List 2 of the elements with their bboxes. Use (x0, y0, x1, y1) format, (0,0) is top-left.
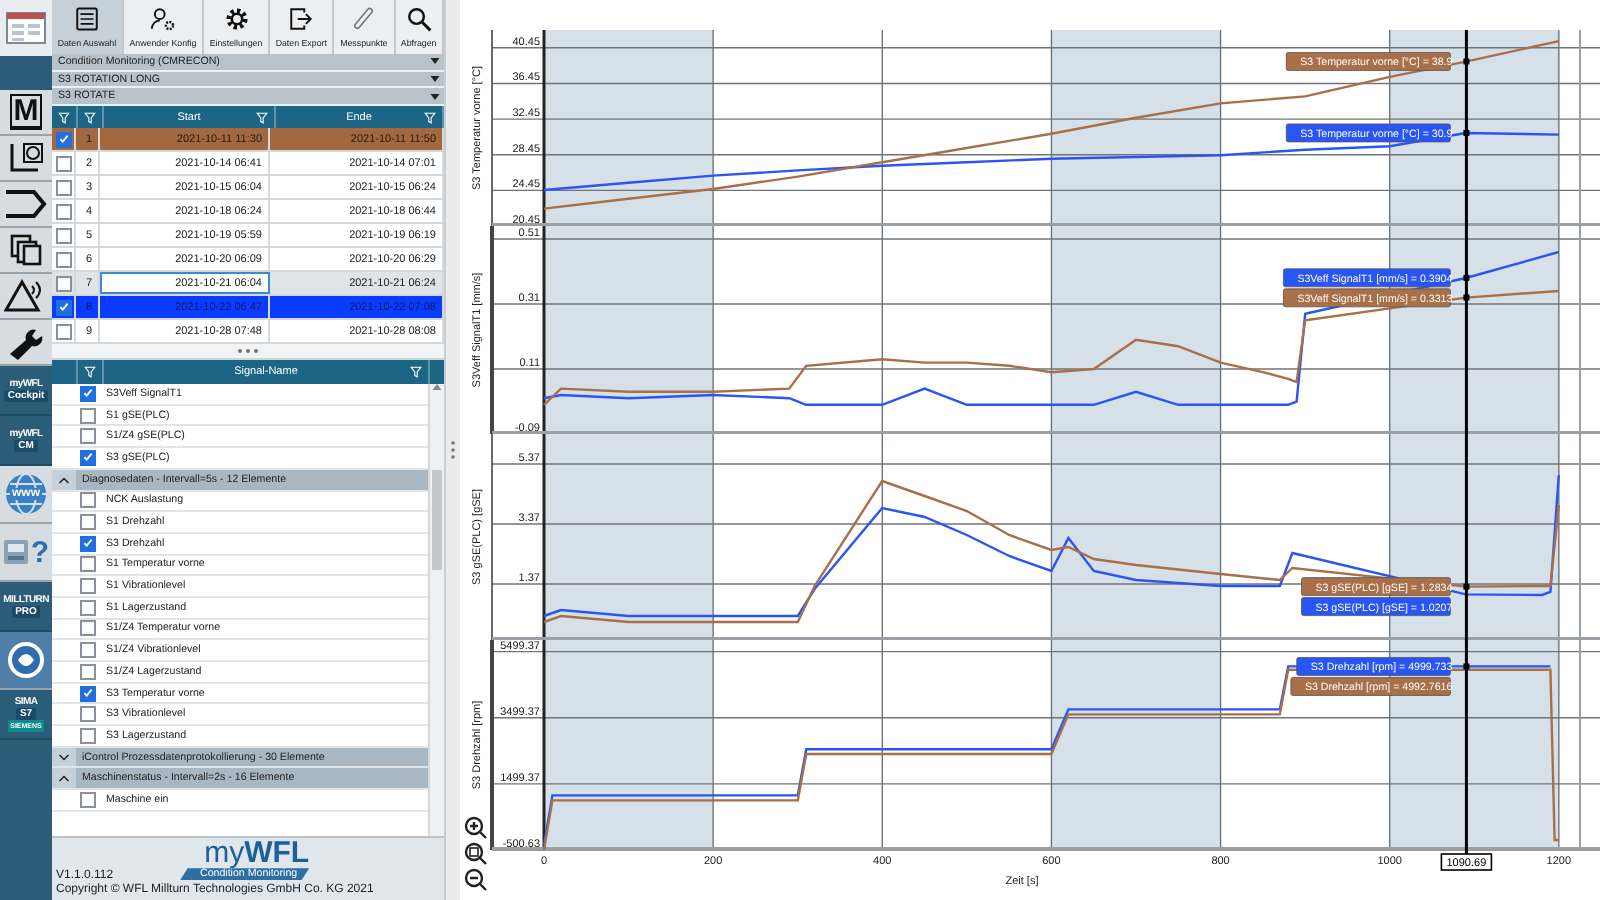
brand-logo: myWFL (204, 840, 310, 869)
module-label: M (9, 94, 43, 130)
